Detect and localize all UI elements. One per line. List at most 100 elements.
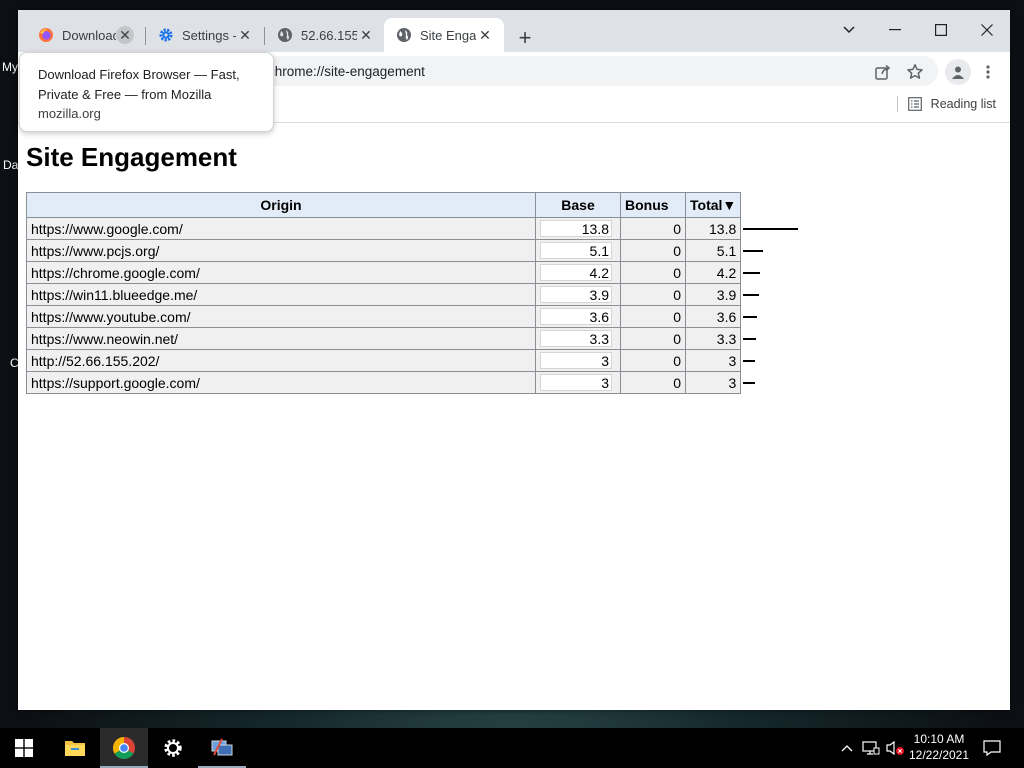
engagement-bar: [743, 382, 755, 384]
share-icon[interactable]: [872, 61, 894, 83]
engagement-bar: [743, 338, 756, 340]
origin-cell: https://www.google.com/: [26, 217, 536, 240]
tab-strip: Download Firefox ✕ Settings - Privacy ✕ …: [18, 10, 1010, 52]
total-cell: 5.1: [684, 239, 742, 262]
column-header-base[interactable]: Base: [535, 192, 621, 218]
reading-list-button[interactable]: Reading list: [896, 96, 996, 112]
start-button[interactable]: [0, 728, 48, 768]
notification-center-button[interactable]: [980, 728, 1004, 768]
network-app-icon: [211, 738, 233, 756]
tooltip-host: mozilla.org: [38, 106, 101, 121]
base-score-input[interactable]: [540, 330, 612, 347]
origin-cell: https://win11.blueedge.me/: [26, 283, 536, 306]
volume-tray-button[interactable]: [884, 728, 906, 768]
base-score-input[interactable]: [540, 308, 612, 325]
firefox-icon: [38, 27, 54, 43]
bonus-cell: 0: [620, 349, 686, 372]
tab-site-engagement[interactable]: Site Engagement ✕: [384, 18, 504, 52]
close-window-button[interactable]: [964, 16, 1010, 44]
maximize-button[interactable]: [918, 16, 964, 44]
close-tab-icon[interactable]: ✕: [357, 26, 375, 44]
settings-gear-icon: [158, 27, 174, 43]
table-row: https://support.google.com/03: [26, 371, 742, 394]
base-score-input[interactable]: [540, 220, 612, 237]
table-row: https://www.youtube.com/03.6: [26, 305, 742, 328]
total-cell: 3: [684, 371, 742, 394]
table-row: https://www.pcjs.org/05.1: [26, 239, 742, 262]
tab-title: Settings - Privacy: [182, 27, 236, 43]
base-cell: [535, 371, 621, 394]
base-score-input[interactable]: [540, 286, 612, 303]
tab-title: Site Engagement: [420, 27, 476, 43]
base-score-input[interactable]: [540, 264, 612, 281]
bonus-cell: 0: [620, 371, 686, 394]
settings-taskbar-button[interactable]: [149, 728, 197, 768]
base-cell: [535, 327, 621, 350]
network-app-taskbar-button[interactable]: [198, 728, 246, 768]
total-cell: 3.3: [684, 327, 742, 350]
engagement-table: Origin Base Bonus Total▼ https://www.goo…: [26, 192, 742, 394]
tab-settings[interactable]: Settings - Privacy ✕: [146, 18, 264, 52]
menu-kebab-icon[interactable]: [977, 61, 999, 83]
file-explorer-button[interactable]: [51, 728, 99, 768]
network-tray-button[interactable]: [860, 728, 882, 768]
bonus-cell: 0: [620, 305, 686, 328]
bonus-cell: 0: [620, 239, 686, 262]
column-header-origin[interactable]: Origin: [26, 192, 536, 218]
close-tab-icon[interactable]: ✕: [476, 26, 494, 44]
bookmark-star-icon[interactable]: [904, 61, 926, 83]
profile-avatar-icon[interactable]: [945, 59, 971, 85]
tab-ip-address[interactable]: 52.66.155.202 ✕: [265, 18, 383, 52]
base-cell: [535, 239, 621, 262]
base-cell: [535, 349, 621, 372]
address-bar[interactable]: chrome://site-engagement: [208, 56, 938, 86]
tab-title: 52.66.155.202: [301, 27, 357, 43]
base-cell: [535, 283, 621, 306]
taskbar-clock[interactable]: 10:10 AM 12/22/2021: [905, 731, 973, 763]
engagement-bar: [743, 294, 759, 296]
total-cell: 3: [684, 349, 742, 372]
total-cell: 13.8: [684, 217, 742, 240]
total-cell: 3.6: [684, 305, 742, 328]
chevron-up-icon: [841, 745, 853, 752]
tab-hover-tooltip: Download Firefox Browser — Fast, Private…: [19, 52, 274, 132]
table-row: https://chrome.google.com/04.2: [26, 261, 742, 284]
bonus-cell: 0: [620, 283, 686, 306]
tab-search-button[interactable]: [826, 16, 872, 44]
total-cell: 4.2: [684, 261, 742, 284]
desktop-icon-label: Da: [3, 158, 19, 172]
tab-download-firefox[interactable]: Download Firefox ✕: [26, 18, 144, 52]
reading-list-icon: [907, 97, 922, 111]
table-row: http://52.66.155.202/03: [26, 349, 742, 372]
base-score-input[interactable]: [540, 242, 612, 259]
globe-icon: [277, 27, 293, 43]
base-score-input[interactable]: [540, 374, 612, 391]
show-hidden-icons-button[interactable]: [838, 728, 856, 768]
table-header-row: Origin Base Bonus Total▼: [26, 192, 742, 218]
origin-cell: https://www.neowin.net/: [26, 327, 536, 350]
table-row: https://www.neowin.net/03.3: [26, 327, 742, 350]
clock-time: 10:10 AM: [913, 732, 965, 746]
close-tab-icon[interactable]: ✕: [236, 26, 254, 44]
column-header-total[interactable]: Total▼: [684, 192, 742, 218]
origin-cell: https://www.youtube.com/: [26, 305, 536, 328]
base-score-input[interactable]: [540, 352, 612, 369]
engagement-bar: [743, 250, 763, 252]
bonus-cell: 0: [620, 327, 686, 350]
new-tab-button[interactable]: +: [512, 25, 538, 51]
base-cell: [535, 261, 621, 284]
windows-start-icon: [15, 739, 33, 757]
chrome-taskbar-button[interactable]: [100, 728, 148, 768]
settings-gear-icon: [164, 739, 182, 757]
tab-title: Download Firefox: [62, 27, 116, 43]
bonus-cell: 0: [620, 261, 686, 284]
column-header-bonus[interactable]: Bonus: [620, 192, 686, 218]
network-icon: [862, 741, 880, 755]
desktop-icon-label: My: [2, 60, 18, 74]
origin-cell: https://support.google.com/: [26, 371, 536, 394]
minimize-button[interactable]: [872, 16, 918, 44]
total-label: Total: [690, 197, 723, 213]
engagement-bar: [743, 228, 798, 230]
clock-date: 12/22/2021: [908, 748, 970, 762]
close-tab-icon[interactable]: ✕: [116, 26, 134, 44]
